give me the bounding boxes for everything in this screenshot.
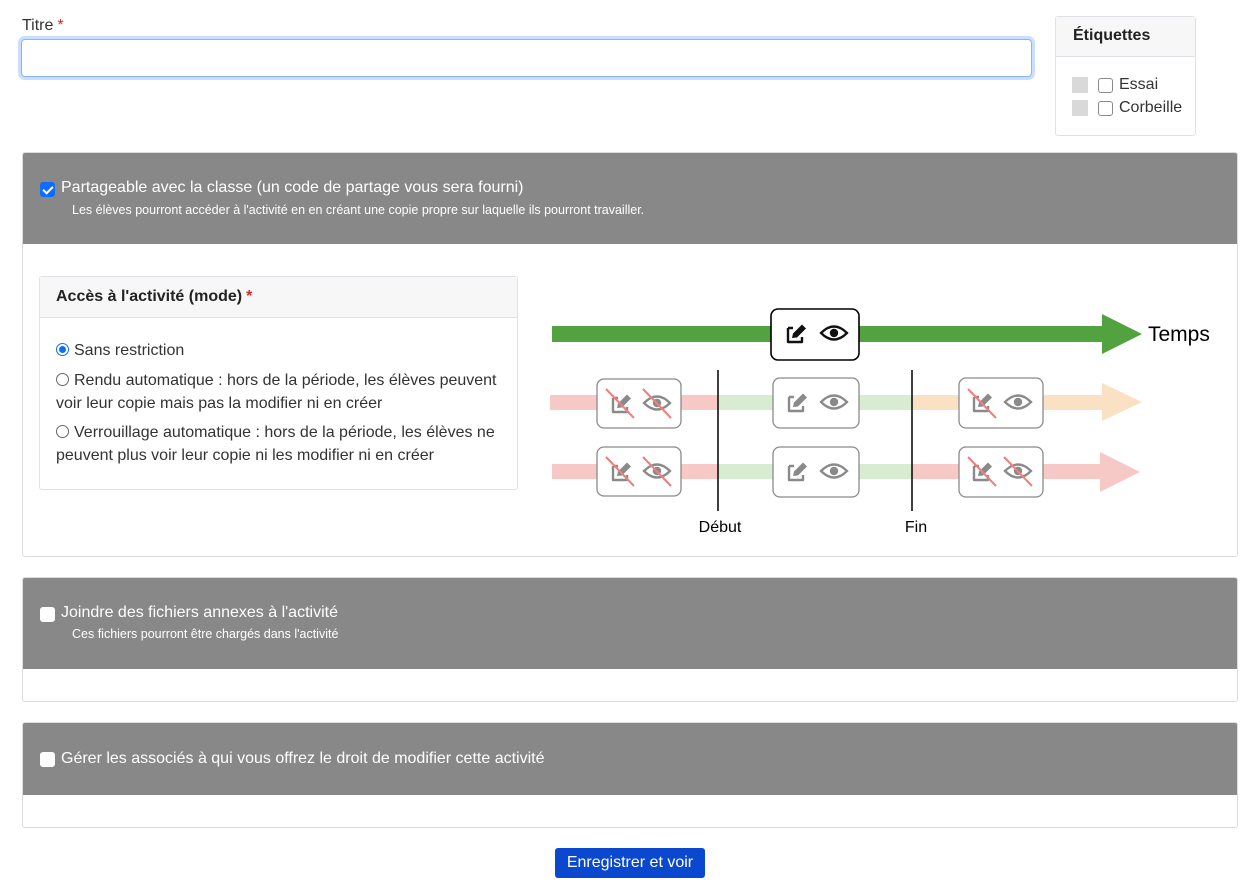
tag-item-corbeille[interactable]: Corbeille [1072, 98, 1182, 118]
tag-color-swatch [1072, 100, 1088, 116]
required-mark: * [57, 17, 64, 34]
sharing-description: Les élèves pourront accéder à l'activité… [72, 203, 645, 217]
associates-panel: Gérer les associés à qui vous offrez le … [22, 722, 1238, 828]
attachments-description: Ces fichiers pourront être chargés dans … [72, 627, 339, 641]
access-mode-heading: Accès à l'activité (mode) * [40, 277, 517, 318]
tag-checkbox[interactable] [1098, 100, 1113, 116]
tags-panel: Étiquettes Essai Corbeille [1055, 16, 1196, 136]
end-label: Fin [905, 519, 927, 536]
sharing-panel-header: Partageable avec la classe (un code de p… [23, 153, 1237, 244]
tags-heading: Étiquettes [1056, 17, 1195, 57]
mode-option-auto-submit[interactable]: Rendu automatique : hors de la période, … [56, 369, 506, 415]
row2-arrowhead [1100, 452, 1140, 492]
start-label: Début [699, 519, 742, 536]
tag-color-swatch [1072, 77, 1088, 93]
associates-panel-header: Gérer les associés à qui vous offrez le … [23, 723, 1237, 795]
mode-option-label: Verrouillage automatique : hors de la pé… [56, 424, 495, 464]
row1-arrowhead [1102, 383, 1142, 421]
mode-option-unrestricted[interactable]: Sans restriction [56, 339, 506, 362]
associates-label: Gérer les associés à qui vous offrez le … [61, 750, 545, 767]
attachments-panel-header: Joindre des fichiers annexes à l'activit… [23, 578, 1237, 669]
sharing-label: Partageable avec la classe (un code de p… [61, 179, 524, 196]
attachments-label: Joindre des fichiers annexes à l'activit… [61, 604, 338, 621]
mode-option-label: Rendu automatique : hors de la période, … [56, 372, 497, 412]
tag-label: Corbeille [1119, 99, 1183, 116]
radio-button[interactable] [56, 425, 69, 438]
sharing-checkbox[interactable] [40, 182, 55, 197]
attachments-panel: Joindre des fichiers annexes à l'activit… [22, 577, 1238, 702]
radio-button[interactable] [56, 343, 69, 356]
attachments-checkbox[interactable] [40, 607, 55, 622]
access-mode-card: Accès à l'activité (mode) * Sans restrict… [39, 276, 518, 490]
save-and-view-button[interactable]: Enregistrer et voir [555, 848, 705, 878]
mode-option-label: Sans restriction [74, 342, 185, 359]
radio-button[interactable] [56, 373, 69, 386]
tag-checkbox[interactable] [1098, 77, 1113, 93]
associates-checkbox[interactable] [40, 752, 55, 767]
title-input[interactable] [21, 39, 1032, 77]
access-timeline-diagram: Temps Début Fin [550, 308, 1210, 536]
title-label: Titre * [22, 17, 64, 35]
title-label-text: Titre [22, 17, 54, 34]
main-timeline-arrowhead [1102, 314, 1142, 354]
timeline-axis-label: Temps [1148, 323, 1210, 346]
required-mark: * [246, 288, 253, 305]
access-mode-heading-text: Accès à l'activité (mode) [56, 288, 243, 305]
tag-item-essai[interactable]: Essai [1072, 75, 1158, 95]
mode-option-auto-lock[interactable]: Verrouillage automatique : hors de la pé… [56, 421, 506, 467]
tag-label: Essai [1119, 76, 1159, 93]
